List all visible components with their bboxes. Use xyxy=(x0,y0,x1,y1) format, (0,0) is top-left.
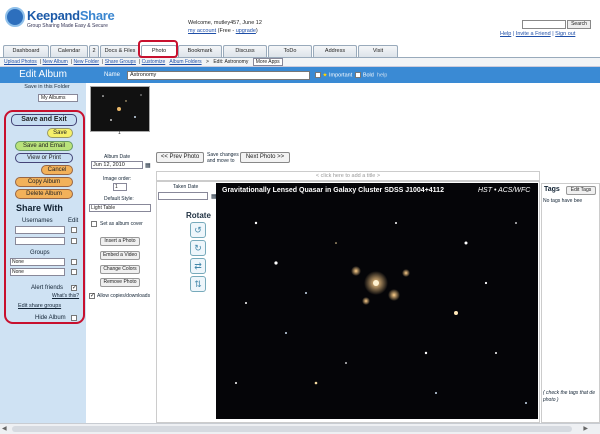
galaxy-cluster-image xyxy=(235,221,527,404)
tab-calendar[interactable]: Calendar xyxy=(50,45,88,57)
welcome-text: Welcome, mutley457, xyxy=(188,20,241,26)
page-title: Edit Album xyxy=(19,69,67,80)
save-note-2: and move to xyxy=(207,158,235,164)
thumbnail-strip xyxy=(86,83,600,143)
horizontal-scrollbar[interactable]: ◀ ▶ xyxy=(0,423,600,434)
photo-tab-highlight xyxy=(138,40,178,58)
default-style-label: Default Style: xyxy=(104,196,134,202)
remove-photo-button[interactable]: Remove Photo xyxy=(100,278,140,287)
tab-todo[interactable]: ToDo xyxy=(268,45,312,57)
default-style-select[interactable]: Light Table xyxy=(89,204,151,212)
my-account-link[interactable]: my account xyxy=(188,28,216,34)
bold-label: Bold xyxy=(362,72,374,79)
album-date-input[interactable]: Jun 12, 2010 xyxy=(91,161,143,169)
help-link-name[interactable]: help xyxy=(377,72,387,78)
change-colors-button[interactable]: Change Colors xyxy=(100,265,140,274)
logo-icon xyxy=(5,7,25,27)
upgrade-link[interactable]: upgrade xyxy=(236,28,256,34)
album-name-input[interactable]: Astronomy xyxy=(127,71,310,80)
tags-empty-text: No tags have bee xyxy=(543,198,583,204)
tags-footer-2: photo ) xyxy=(543,397,559,403)
scrollbar-thumb[interactable] xyxy=(12,426,572,432)
new-folder-link[interactable]: New Folder xyxy=(74,59,100,65)
help-link[interactable]: Help xyxy=(500,31,511,37)
breadcrumb-current: Edit: Astronomy xyxy=(213,59,249,65)
embed-video-button[interactable]: Embed a Video xyxy=(100,251,140,260)
invite-link[interactable]: Invite a Friend xyxy=(516,31,551,37)
top-links: Help | Invite a Friend | Sign out xyxy=(500,31,576,37)
tags-footer-1: ( check the tags that de xyxy=(543,390,595,396)
tab-discuss[interactable]: Discuss xyxy=(223,45,267,57)
breadcrumb-folders[interactable]: Album Folders xyxy=(169,59,201,65)
album-cover-label: Set as album cover xyxy=(100,221,143,227)
thumbnail-number: 1 xyxy=(118,130,121,136)
more-apps-select[interactable]: More Apps xyxy=(252,58,283,66)
important-checkbox[interactable] xyxy=(315,72,321,78)
tab-docs-files[interactable]: Docs & Files xyxy=(100,45,140,57)
logo-text-b: Share xyxy=(79,8,115,23)
important-bold-options: ★ Important Bold help xyxy=(315,72,387,78)
tab-visit[interactable]: Visit xyxy=(358,45,398,57)
name-label: Name xyxy=(104,72,121,78)
flip-vertical-icon[interactable]: ⇅ xyxy=(190,276,206,292)
upload-photos-link[interactable]: Upload Photos xyxy=(4,59,37,65)
search-button[interactable]: Search xyxy=(567,20,591,29)
rotate-label: Rotate xyxy=(186,211,211,220)
sidebar-highlight xyxy=(4,110,85,324)
logo-text-a: Keepand xyxy=(27,8,80,23)
photo-caption: Gravitationally Lensed Quasar in Galaxy … xyxy=(222,187,444,194)
thumbnail-image xyxy=(102,94,142,121)
taken-date-label: Taken Date xyxy=(173,184,199,190)
tags-heading: Tags xyxy=(544,186,560,193)
edit-tags-button[interactable]: Edit Tags xyxy=(566,186,596,195)
folder-value: My Albums xyxy=(41,95,66,101)
plan-text: (Free - xyxy=(217,28,236,34)
share-groups-link[interactable]: Share Groups xyxy=(105,59,136,65)
photo-thumbnail[interactable] xyxy=(90,86,150,132)
tab-bookmark[interactable]: Bookmark xyxy=(178,45,222,57)
bold-checkbox[interactable] xyxy=(355,72,362,78)
flip-horizontal-icon[interactable]: ⇄ xyxy=(190,258,206,274)
star-icon: ★ xyxy=(322,72,328,79)
signout-link[interactable]: Sign out xyxy=(555,31,575,37)
photo-credit: HST • ACS/WFC xyxy=(478,187,531,194)
tab-dashboard[interactable]: Dashboard xyxy=(3,45,49,57)
rotate-controls: ↺ ↻ ⇄ ⇅ xyxy=(190,222,208,296)
calendar-icon[interactable]: ▦ xyxy=(145,162,151,169)
insert-photo-button[interactable]: Insert a Photo xyxy=(100,237,140,246)
tab-2[interactable]: 2 xyxy=(89,45,99,57)
tab-address[interactable]: Address xyxy=(313,45,357,57)
rotate-right-icon[interactable]: ↻ xyxy=(190,240,206,256)
logo-tagline: Group Sharing Made Easy & Secure xyxy=(27,23,108,29)
important-label: Important xyxy=(329,72,353,79)
main-tabs: Dashboard Calendar 2 Docs & Files Photo Bookm… xyxy=(3,45,399,57)
save-in-folder-label: Save in this Folder xyxy=(24,84,70,90)
photo-title-input[interactable]: < click here to add a title > xyxy=(156,171,540,181)
welcome-line: Welcome, mutley457, June 12 xyxy=(188,20,262,26)
account-line: my account (Free - upgrade) xyxy=(188,28,258,34)
folder-select[interactable]: My Albums xyxy=(38,94,78,102)
next-photo-button[interactable]: Next Photo >> xyxy=(240,152,290,163)
search-input[interactable] xyxy=(522,20,566,29)
sub-navigation: Upload Photos | New Album | New Folder | Sh… xyxy=(0,58,600,67)
album-date-label: Album Date xyxy=(104,154,131,160)
logo[interactable]: KeepandShare xyxy=(27,8,115,23)
scroll-right-icon[interactable]: ▶ xyxy=(583,425,588,432)
new-album-link[interactable]: New Album xyxy=(43,59,68,65)
plan-end: ) xyxy=(255,28,258,34)
image-order-label: Image order: xyxy=(103,176,132,182)
album-cover-checkbox[interactable] xyxy=(91,221,97,227)
image-order-select[interactable]: 1 xyxy=(113,183,127,191)
scroll-left-icon[interactable]: ◀ xyxy=(2,425,7,432)
date-text: June 12 xyxy=(242,20,262,26)
tags-panel xyxy=(541,183,600,423)
allow-copies-checkbox[interactable]: ✓ xyxy=(89,293,95,299)
taken-date-input[interactable] xyxy=(158,192,208,200)
main-photo[interactable] xyxy=(216,183,538,419)
prev-photo-button[interactable]: << Prev Photo xyxy=(156,152,204,163)
breadcrumb-separator: > xyxy=(206,59,209,65)
allow-copies-label: Allow copies/downloads xyxy=(97,293,151,299)
rotate-left-icon[interactable]: ↺ xyxy=(190,222,206,238)
customize-link[interactable]: Customize xyxy=(142,59,166,65)
